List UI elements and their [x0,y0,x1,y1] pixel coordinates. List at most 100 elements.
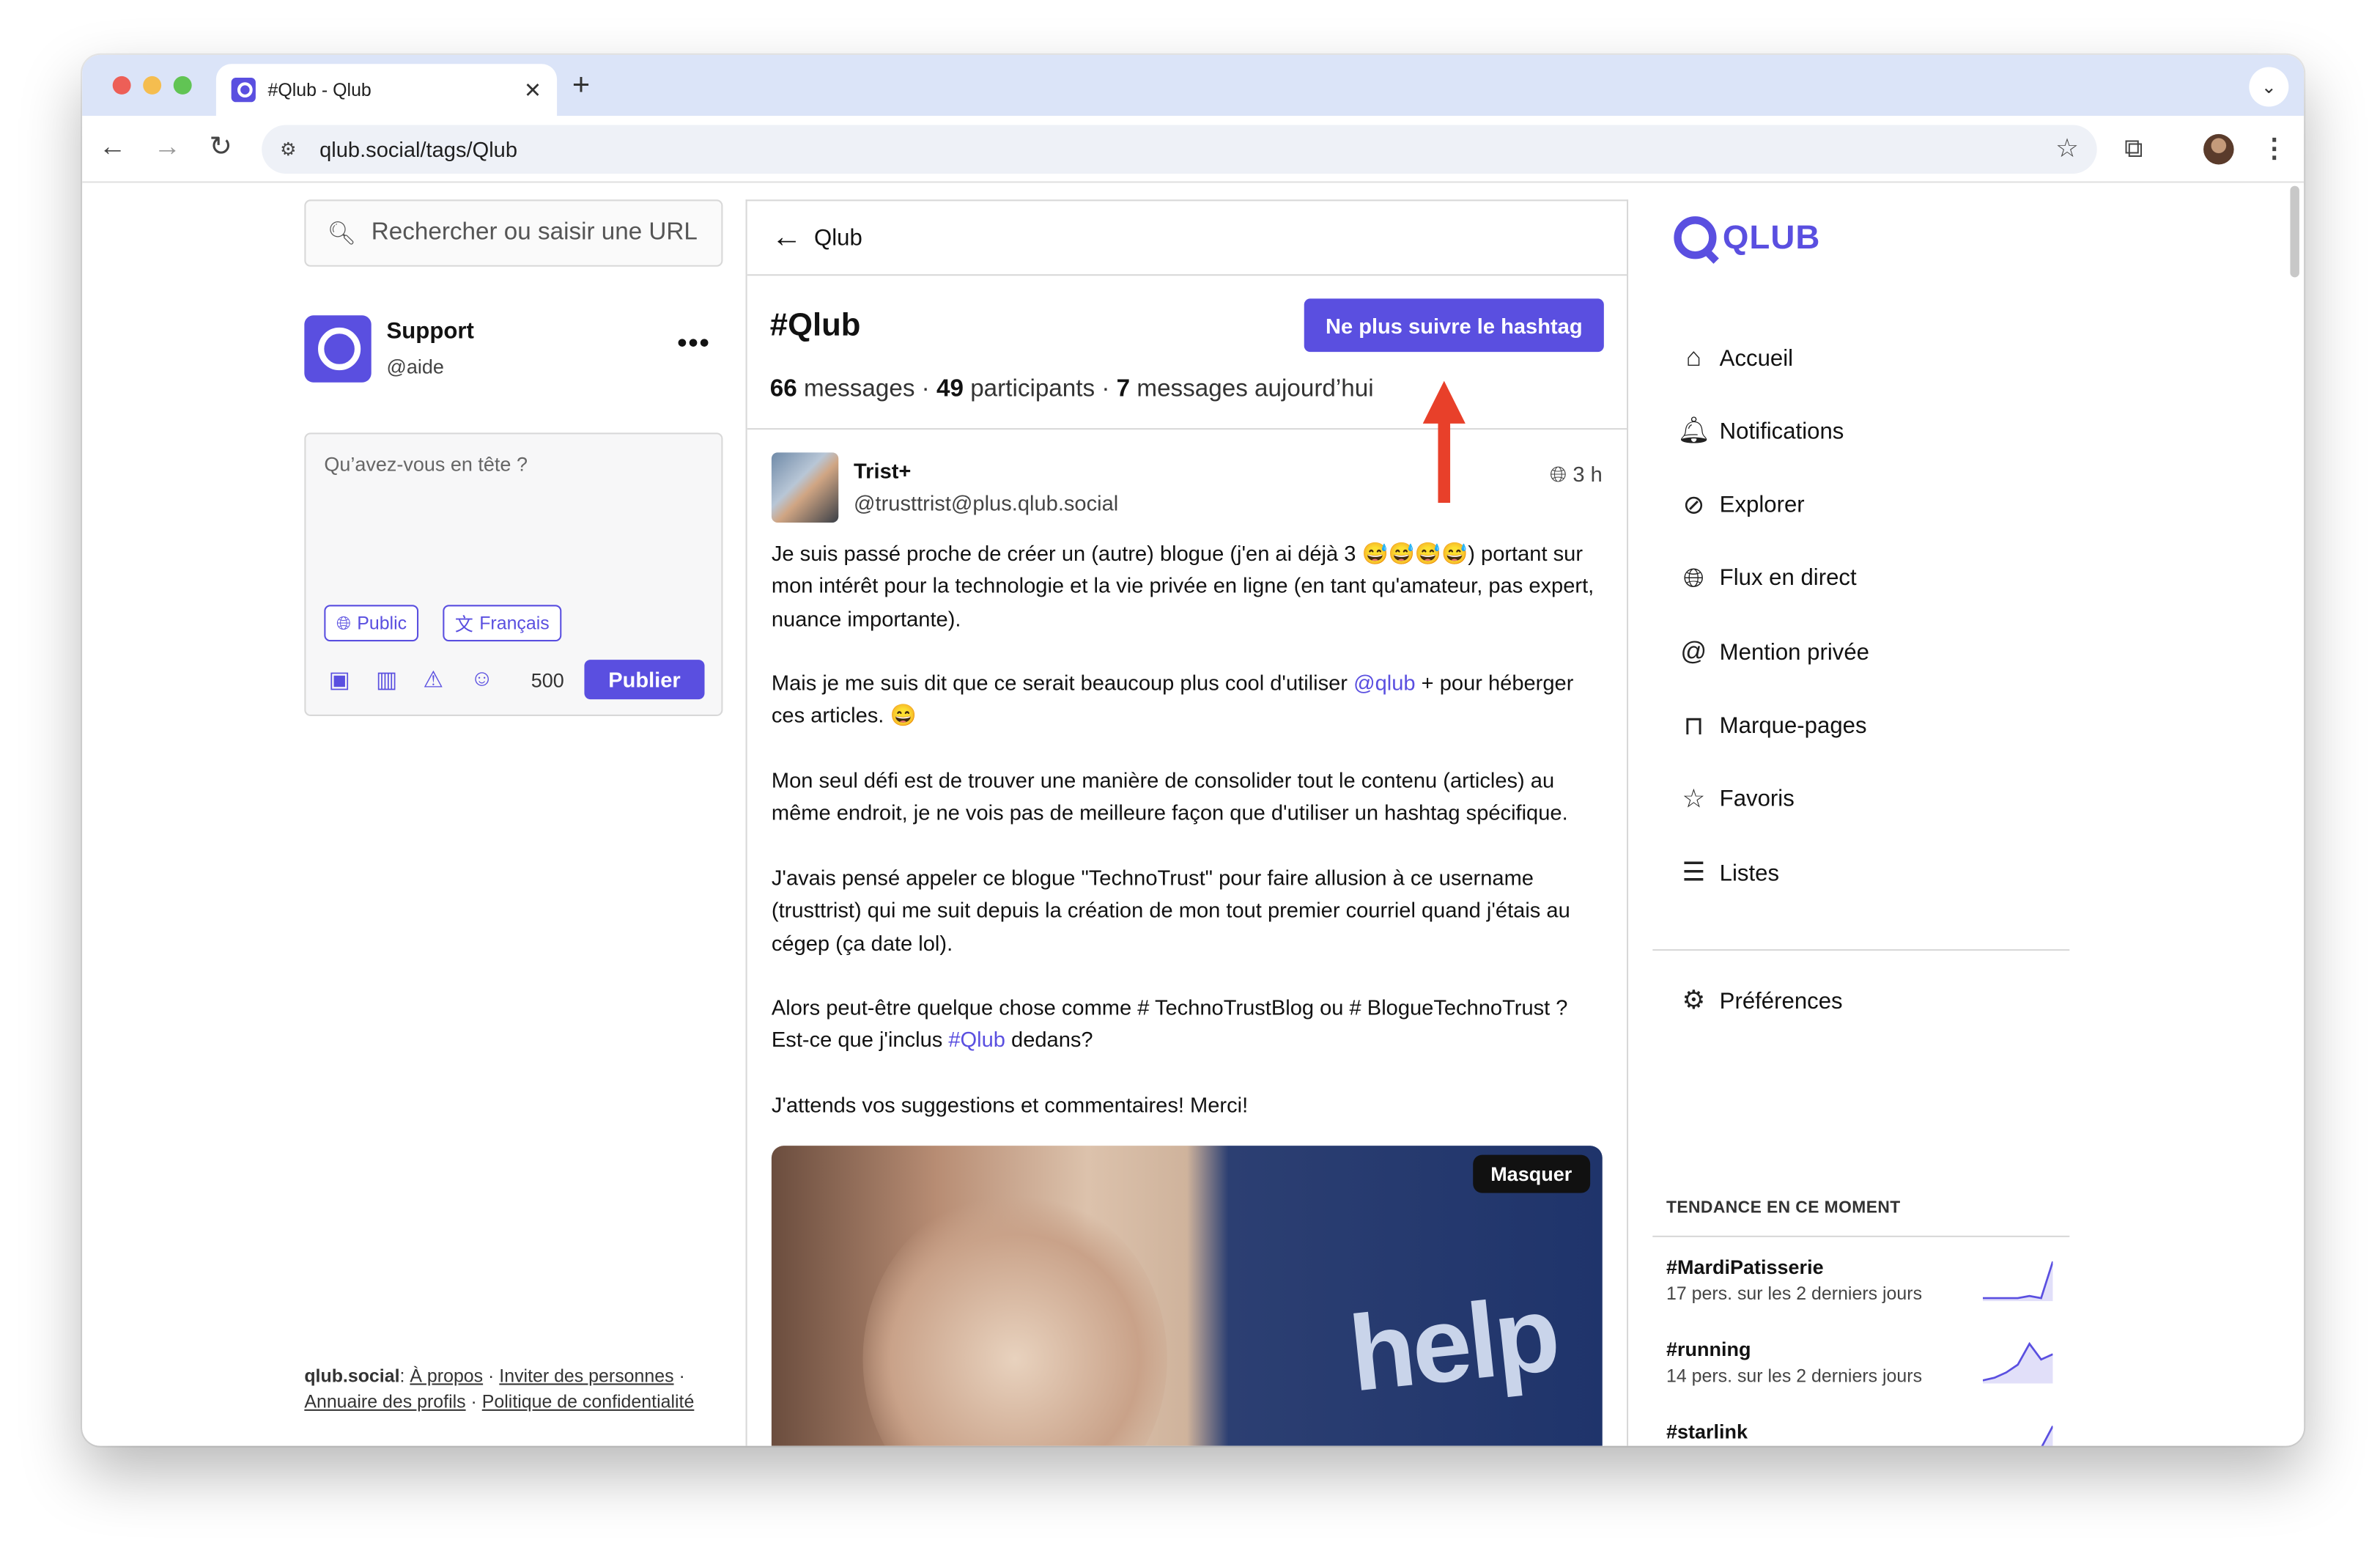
content-warning-icon[interactable]: ⚠ [423,666,443,693]
footer-invite-link[interactable]: Inviter des personnes [499,1365,673,1387]
address-bar[interactable]: ⚙ qlub.social/tags/Qlub ☆ [262,125,2097,174]
hashtag-header: #Qlub Ne plus suivre le hashtag 66 messa… [747,277,1627,503]
minimize-window-button[interactable] [143,75,162,95]
post-media-image[interactable]: help Masquer [771,1146,1603,1446]
search-icon: 🔍︎ [327,221,357,247]
nav-item-8[interactable]: ☰ Listes [1677,858,1780,889]
hashtag-link[interactable]: #Qlub [948,1028,1005,1052]
account-name[interactable]: Support [386,318,473,344]
browser-menu-icon[interactable]: ⋮ [2261,134,2287,165]
bell-icon: 🔔︎ [1677,416,1710,446]
gear-icon: ⚙ [1682,985,1706,1015]
browser-toolbar: ← → ↻ ⚙ qlub.social/tags/Qlub ☆ ⧉ ⋮ [82,115,2305,183]
post-content: Je suis passé proche de créer un (autre)… [771,540,1594,1117]
trending-title: TENDANCE EN CE MOMENT [1666,1198,1901,1217]
browser-tab[interactable]: #Qlub - Qlub ✕ [215,64,558,116]
back-arrow-icon[interactable]: ← [772,220,802,255]
menu-divider [1652,949,2070,951]
language-button[interactable]: 文 Français [443,605,562,642]
compose-placeholder[interactable]: Qu’avez-vous en tête ? [324,452,528,475]
trending-sparkline [1982,1341,2053,1384]
nav-label: Mention privée [1719,639,1869,666]
site-settings-icon[interactable]: ⚙ [280,139,304,160]
globe-icon: 🌐︎ [1683,563,1704,593]
author-avatar[interactable] [771,452,839,523]
main-column: ← Qlub #Qlub Ne plus suivre le hashtag 6… [745,199,1629,1446]
image-upload-icon[interactable]: ▣ [329,666,350,693]
reload-icon[interactable]: ↻ [202,131,239,163]
nav-item-7[interactable]: ☆ Favoris [1677,784,1795,815]
author-name[interactable]: Trist+ [854,459,911,483]
nav-item-6[interactable]: ⊓ Marque-pages [1677,711,1867,742]
extensions-icon[interactable]: ⧉ [2124,134,2143,165]
bookmark-star-icon[interactable]: ☆ [2055,134,2079,165]
new-tab-icon[interactable]: + [572,69,590,104]
nav-label: Marque-pages [1719,712,1867,740]
qlub-logo-icon [1674,216,1717,259]
profile-avatar[interactable] [2203,133,2234,165]
language-label: Français [479,612,550,634]
footer-privacy-link[interactable]: Politique de confidentialité [482,1391,695,1412]
close-tab-icon[interactable]: ✕ [524,77,542,103]
mention-link[interactable]: @qlub [1353,671,1415,695]
account-avatar[interactable] [304,315,372,383]
compass-icon: ⊘ [1682,490,1705,519]
qlub-favicon-icon [231,78,256,103]
publish-button[interactable]: Publier [584,660,705,700]
nav-label: Notifications [1719,419,1844,445]
search-input[interactable]: 🔍︎ Rechercher ou saisir une URL [304,199,723,267]
smile-emoji: 😄 [890,703,917,728]
hide-media-button[interactable]: Masquer [1472,1154,1591,1193]
red-annotation-arrow-icon [1422,380,1466,503]
public-globe-icon: 🌐︎ [1549,461,1567,487]
nav-item-preferences[interactable]: ⚙ Préférences [1677,986,1843,1017]
emoji-icon[interactable]: ☺ [470,666,494,691]
sparkline-line [1982,1261,2053,1300]
trending-item[interactable]: #starlink10 pers. sur les 2 derniers jou… [1666,1420,2062,1446]
nav-item-3[interactable]: ⊘ Explorer [1677,490,1805,520]
tab-title: #Qlub - Qlub [267,79,372,101]
column-header[interactable]: ← Qlub [747,201,1627,276]
tab-search-chevron-icon[interactable]: ⌄ [2249,67,2289,107]
close-window-button[interactable] [112,75,131,95]
trending-item[interactable]: #running 14 pers. sur les 2 derniers jour… [1666,1338,2062,1387]
url-text[interactable]: qlub.social/tags/Qlub [319,137,517,161]
browser-window: #Qlub - Qlub ✕ + ⌄ ← → ↻ ⚙ qlub.social/t… [82,54,2305,1446]
nav-item-4[interactable]: 🌐︎ Flux en direct [1677,563,1857,594]
visibility-button[interactable]: 🌐︎ Public [324,605,419,642]
scrollbar[interactable] [2290,185,2299,278]
forward-icon[interactable]: → [149,131,186,163]
account-card[interactable]: Support @aide ••• [304,315,722,386]
sweat-smile-emoji: 😅😅😅😅 [1361,540,1468,566]
footer-links: qlub.social: À propos · Inviter des pers… [304,1365,695,1412]
search-placeholder: Rechercher ou saisir une URL [371,219,698,246]
sparkline-line [2041,1426,2053,1446]
nav-item-1[interactable]: ⌂ Accueil [1677,343,1794,374]
back-icon[interactable]: ← [95,131,131,163]
nav-label: Flux en direct [1719,566,1857,592]
nav-label: Accueil [1719,344,1794,372]
trending-item[interactable]: #MardiPatisserie 17 pers. sur les 2 derni… [1666,1256,2062,1304]
author-handle[interactable]: @trusttrist@plus.qlub.social [854,490,1118,515]
nav-label: Listes [1719,860,1780,886]
maximize-window-button[interactable] [173,75,192,95]
footer-directory-link[interactable]: Annuaire des profils [304,1391,465,1412]
column-back-label[interactable]: Qlub [814,225,862,251]
media-text: help [1344,1274,1562,1414]
hashtag-stats: 66 messages · 49 participants · 7 messag… [769,376,1374,402]
globe-icon: 🌐︎ [336,611,351,633]
compose-box[interactable]: Qu’avez-vous en tête ? 🌐︎ Public 文 Françai… [304,432,723,716]
more-options-icon[interactable]: ••• [677,328,710,360]
page-content: 🔍︎ Rechercher ou saisir une URL Support … [82,184,2305,1446]
post-time[interactable]: 🌐︎ 3 h [1550,462,1603,487]
star-icon: ☆ [1682,784,1706,814]
sparkline-area [2042,1426,2053,1446]
footer-site: qlub.social [304,1365,400,1387]
qlub-logo[interactable]: QLUB [1674,212,1820,264]
poll-icon[interactable]: ▥ [376,666,397,693]
footer-about-link[interactable]: À propos [410,1365,483,1387]
nav-item-5[interactable]: @ Mention privée [1677,637,1869,668]
account-handle: @aide [386,355,444,378]
nav-item-2[interactable]: 🔔︎ Notifications [1677,416,1844,447]
unfollow-hashtag-button[interactable]: Ne plus suivre le hashtag [1304,298,1604,353]
